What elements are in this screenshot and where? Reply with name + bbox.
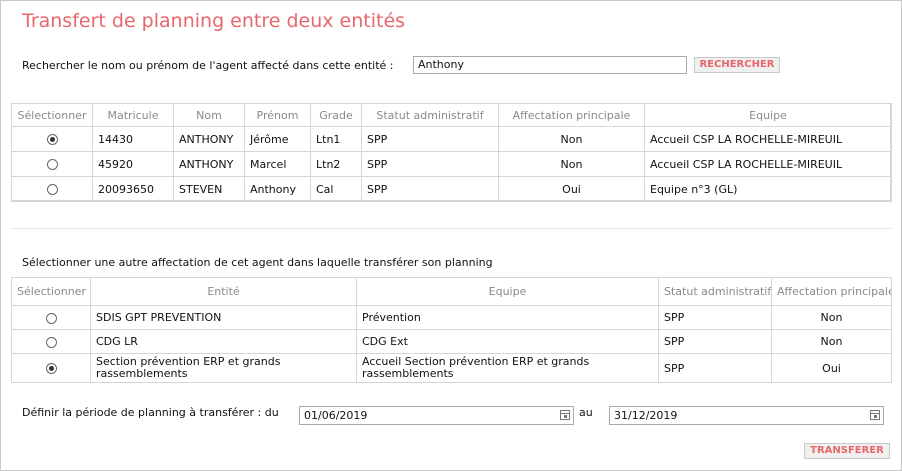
- col-equipe: Equipe: [356, 277, 659, 306]
- col-entite: Entité: [90, 277, 357, 306]
- agents-table-header: Sélectionner Matricule Nom Prénom Grade …: [11, 103, 892, 127]
- search-label: Rechercher le nom ou prénom de l'agent a…: [22, 59, 394, 72]
- cell-nom: ANTHONY: [173, 126, 245, 152]
- table-row[interactable]: CDG LR CDG Ext SPP Non: [11, 329, 892, 354]
- date-to-input[interactable]: 31/12/2019: [609, 406, 884, 425]
- cell-entite: CDG LR: [90, 329, 357, 354]
- cell-equipe: Accueil Section prévention ERP et grands…: [356, 353, 659, 383]
- radio-affectation-1[interactable]: [45, 312, 57, 324]
- section-divider: [11, 228, 891, 229]
- col-nom: Nom: [173, 103, 245, 127]
- period-label: Définir la période de planning à transfé…: [22, 406, 279, 419]
- cell-statut: SPP: [361, 176, 499, 202]
- cell-prenom: Anthony: [244, 176, 311, 202]
- date-from-input[interactable]: 01/06/2019: [299, 406, 574, 425]
- table-row[interactable]: 45920 ANTHONY Marcel Ltn2 SPP Non Accuei…: [11, 151, 892, 177]
- cell-prenom: Marcel: [244, 151, 311, 177]
- search-input[interactable]: Anthony: [413, 56, 687, 74]
- calendar-icon[interactable]: [560, 410, 570, 420]
- col-statut: Statut administratif: [658, 277, 772, 306]
- cell-statut: SPP: [361, 151, 499, 177]
- col-statut: Statut administratif: [361, 103, 499, 127]
- cell-equipe: Prévention: [356, 305, 659, 330]
- col-matricule: Matricule: [92, 103, 174, 127]
- cell-equipe: CDG Ext: [356, 329, 659, 354]
- cell-affectation: Non: [498, 126, 645, 152]
- cell-grade: Cal: [310, 176, 362, 202]
- date-to-value: 31/12/2019: [614, 409, 678, 422]
- col-prenom: Prénom: [244, 103, 311, 127]
- affectation-table-header: Sélectionner Entité Equipe Statut admini…: [11, 277, 892, 306]
- radio-agent-2[interactable]: [46, 159, 58, 170]
- cell-matricule: 14430: [92, 126, 174, 152]
- col-equipe: Equipe: [644, 103, 892, 127]
- cell-entite: Section prévention ERP et grands rassemb…: [90, 353, 357, 383]
- cell-affectation: Non: [771, 329, 892, 354]
- table-row[interactable]: 20093650 STEVEN Anthony Cal SPP Oui Equi…: [11, 176, 892, 202]
- period-to-label: au: [579, 406, 593, 419]
- date-from-value: 01/06/2019: [304, 409, 368, 422]
- cell-prenom: Jérôme: [244, 126, 311, 152]
- cell-statut: SPP: [658, 305, 772, 330]
- cell-statut: SPP: [361, 126, 499, 152]
- affectation-label: Sélectionner une autre affectation de ce…: [22, 256, 493, 269]
- cell-nom: ANTHONY: [173, 151, 245, 177]
- col-grade: Grade: [310, 103, 362, 127]
- agents-table: Sélectionner Matricule Nom Prénom Grade …: [11, 103, 892, 202]
- cell-statut: SPP: [658, 353, 772, 383]
- table-row[interactable]: 14430 ANTHONY Jérôme Ltn1 SPP Non Accuei…: [11, 126, 892, 152]
- transfer-button[interactable]: TRANSFERER: [804, 443, 890, 459]
- cell-grade: Ltn2: [310, 151, 362, 177]
- page-title: Transfert de planning entre deux entités: [22, 10, 406, 32]
- cell-nom: STEVEN: [173, 176, 245, 202]
- cell-affectation: Non: [498, 151, 645, 177]
- affectation-table: Sélectionner Entité Equipe Statut admini…: [11, 277, 892, 383]
- table-row[interactable]: Section prévention ERP et grands rassemb…: [11, 353, 892, 383]
- table-row[interactable]: SDIS GPT PREVENTION Prévention SPP Non: [11, 305, 892, 330]
- cell-entite: SDIS GPT PREVENTION: [90, 305, 357, 330]
- cell-grade: Ltn1: [310, 126, 362, 152]
- col-selectionner: Sélectionner: [11, 277, 91, 306]
- cell-affectation: Non: [771, 305, 892, 330]
- cell-affectation: Oui: [498, 176, 645, 202]
- cell-equipe: Accueil CSP LA ROCHELLE-MIREUIL: [644, 126, 892, 152]
- cell-equipe: Accueil CSP LA ROCHELLE-MIREUIL: [644, 151, 892, 177]
- col-selectionner: Sélectionner: [11, 103, 93, 127]
- radio-agent-1[interactable]: [46, 134, 58, 145]
- radio-agent-3[interactable]: [46, 184, 58, 195]
- cell-affectation: Oui: [771, 353, 892, 383]
- cell-matricule: 45920: [92, 151, 174, 177]
- calendar-icon[interactable]: [870, 410, 880, 420]
- radio-affectation-3[interactable]: [45, 363, 57, 374]
- col-affectation: Affectation principale: [498, 103, 645, 127]
- cell-statut: SPP: [658, 329, 772, 354]
- radio-affectation-2[interactable]: [45, 336, 57, 348]
- col-affectation: Affectation principale: [771, 277, 892, 306]
- cell-equipe: Equipe n°3 (GL): [644, 176, 892, 202]
- search-button[interactable]: RECHERCHER: [694, 57, 780, 73]
- cell-matricule: 20093650: [92, 176, 174, 202]
